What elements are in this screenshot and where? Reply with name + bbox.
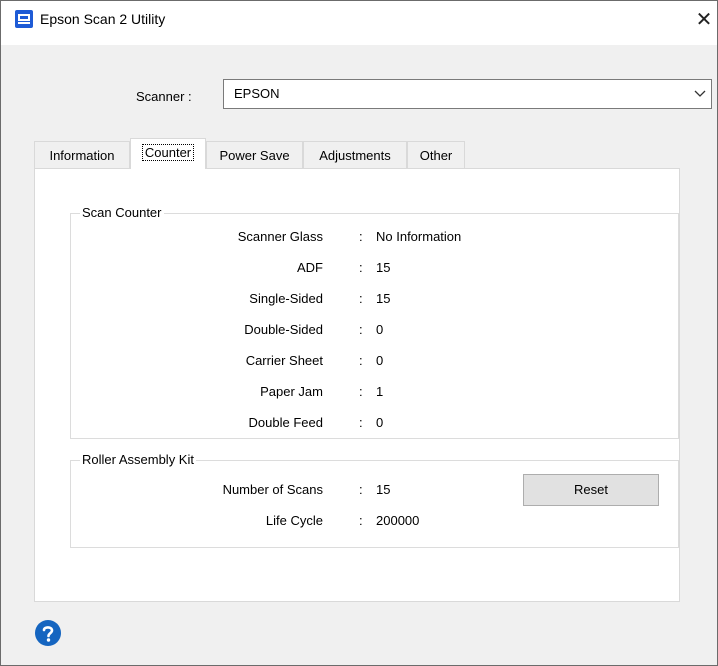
scan-counter-row: Carrier Sheet : 0 [71, 353, 678, 369]
row-label: Number of Scans [222, 482, 323, 497]
row-label: Life Cycle [265, 513, 323, 528]
row-value: No Information [376, 229, 462, 244]
close-icon[interactable]: ✕ [691, 6, 717, 32]
row-colon: : [359, 353, 363, 368]
tab-adjustments-label: Adjustments [319, 148, 391, 163]
scan-counter-title: Scan Counter [80, 205, 164, 221]
row-label: Paper Jam [260, 384, 323, 399]
row-value: 15 [376, 291, 391, 306]
tab-counter[interactable]: Counter [130, 138, 206, 169]
scanner-selected-value: EPSON [234, 86, 280, 101]
row-colon: : [359, 322, 363, 337]
tab-counter-label: Counter [141, 144, 195, 161]
window-title: Epson Scan 2 Utility [40, 11, 166, 27]
tab-power-save-label: Power Save [219, 148, 290, 163]
title-bar: Epson Scan 2 Utility ✕ [1, 1, 717, 45]
roller-kit-row: Life Cycle : 200000 [71, 513, 678, 529]
row-label: Double Feed [248, 415, 323, 430]
row-value: 0 [376, 353, 384, 368]
roller-assembly-kit-group: Roller Assembly Kit Number of Scans : 15… [70, 452, 679, 548]
scan-counter-row: ADF : 15 [71, 260, 678, 276]
row-colon: : [359, 260, 363, 275]
scan-counter-group: Scan Counter Scanner Glass : No Informat… [70, 205, 679, 439]
row-value: 15 [376, 260, 391, 275]
tab-other[interactable]: Other [407, 141, 465, 168]
tab-information-label: Information [49, 148, 115, 163]
row-label: Double-Sided [244, 322, 323, 337]
utility-window: Epson Scan 2 Utility ✕ Scanner : EPSON I… [0, 0, 718, 666]
tab-information[interactable]: Information [34, 141, 130, 168]
scan-counter-row: Scanner Glass : No Information [71, 229, 678, 245]
row-colon: : [359, 384, 363, 399]
reset-button[interactable]: Reset [523, 474, 659, 506]
counter-tab-panel: Scan Counter Scanner Glass : No Informat… [34, 168, 680, 602]
row-colon: : [359, 415, 363, 430]
row-label: Carrier Sheet [245, 353, 323, 368]
roller-assembly-kit-title: Roller Assembly Kit [80, 452, 196, 468]
tab-other-label: Other [419, 148, 453, 163]
row-colon: : [359, 229, 363, 244]
row-colon: : [359, 482, 363, 497]
row-label: Single-Sided [249, 291, 323, 306]
help-question-icon[interactable] [34, 619, 62, 647]
tab-strip: Information Counter Power Save Adjustmen… [34, 138, 534, 169]
tab-power-save[interactable]: Power Save [206, 141, 303, 168]
scan-counter-row: Single-Sided : 15 [71, 291, 678, 307]
row-value: 1 [376, 384, 384, 399]
row-label: Scanner Glass [237, 229, 323, 244]
row-label: ADF [297, 260, 323, 275]
epson-scan-app-icon [15, 10, 33, 28]
scanner-select[interactable]: EPSON [223, 79, 712, 109]
row-value: 15 [376, 482, 391, 497]
chevron-down-icon[interactable] [692, 85, 708, 101]
row-colon: : [359, 513, 363, 528]
scanner-label: Scanner : [136, 89, 192, 104]
row-value: 200000 [376, 513, 420, 528]
scan-counter-row: Double Feed : 0 [71, 415, 678, 431]
row-value: 0 [376, 322, 384, 337]
row-value: 0 [376, 415, 384, 430]
scan-counter-row: Double-Sided : 0 [71, 322, 678, 338]
tab-adjustments[interactable]: Adjustments [303, 141, 407, 168]
scan-counter-row: Paper Jam : 1 [71, 384, 678, 400]
row-colon: : [359, 291, 363, 306]
